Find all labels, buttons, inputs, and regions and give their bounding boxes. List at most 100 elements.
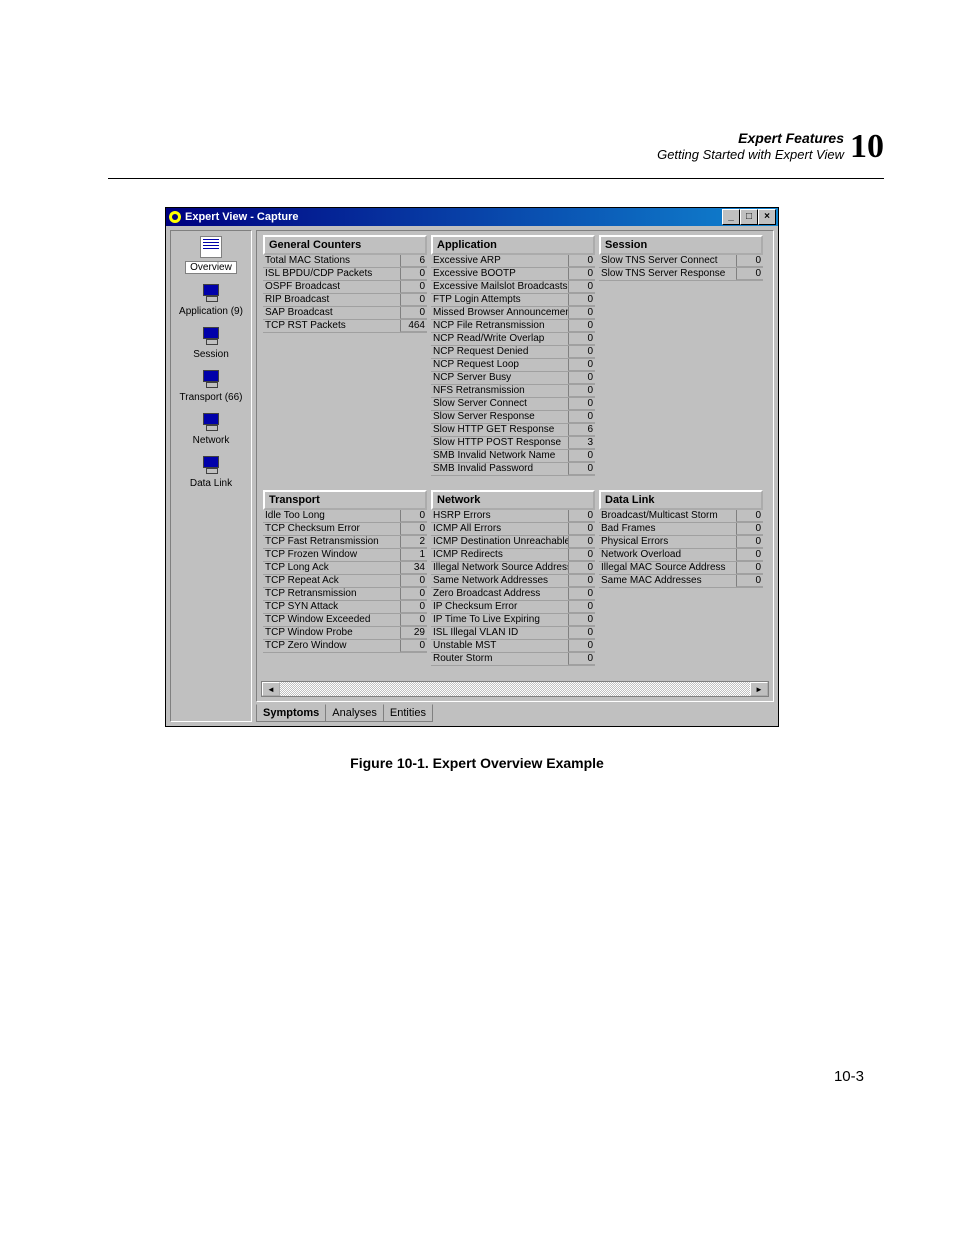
counter-row[interactable]: OSPF Broadcast0 — [263, 281, 427, 294]
scroll-track[interactable] — [280, 682, 750, 696]
counter-row[interactable]: HSRP Errors0 — [431, 510, 595, 523]
datalink-icon — [201, 454, 221, 474]
counter-name: HSRP Errors — [431, 510, 568, 522]
panel-top-2-header: Session — [599, 235, 763, 255]
sidebar-item-application[interactable]: Application (9) — [173, 280, 249, 317]
counter-row[interactable]: TCP Repeat Ack0 — [263, 575, 427, 588]
counter-row[interactable]: Excessive Mailslot Broadcasts0 — [431, 281, 595, 294]
counter-row[interactable]: Slow TNS Server Connect0 — [599, 255, 763, 268]
counter-row[interactable]: Illegal Network Source Address0 — [431, 562, 595, 575]
sidebar-item-datalink[interactable]: Data Link — [173, 452, 249, 489]
counter-row[interactable]: Illegal MAC Source Address0 — [599, 562, 763, 575]
counter-row[interactable]: Total MAC Stations6 — [263, 255, 427, 268]
counter-row[interactable]: NCP Request Denied0 — [431, 346, 595, 359]
tab-symptoms[interactable]: Symptoms — [256, 704, 326, 722]
scroll-left-button[interactable]: ◄ — [262, 682, 280, 696]
counter-row[interactable]: Excessive ARP0 — [431, 255, 595, 268]
maximize-button[interactable]: □ — [740, 209, 758, 225]
counter-row[interactable]: NCP Server Busy0 — [431, 372, 595, 385]
counter-row[interactable]: Slow Server Response0 — [431, 411, 595, 424]
counter-row[interactable]: Slow Server Connect0 — [431, 398, 595, 411]
counter-name: Unstable MST — [431, 640, 568, 652]
counter-row[interactable]: FTP Login Attempts0 — [431, 294, 595, 307]
counter-row[interactable]: TCP Retransmission0 — [263, 588, 427, 601]
window-titlebar[interactable]: Expert View - Capture _ □ × — [166, 208, 778, 226]
counter-row[interactable]: Broadcast/Multicast Storm0 — [599, 510, 763, 523]
transport-icon — [201, 368, 221, 388]
counter-row[interactable]: ISL Illegal VLAN ID0 — [431, 627, 595, 640]
counter-row[interactable]: ICMP Destination Unreachable0 — [431, 536, 595, 549]
counter-row[interactable]: TCP Fast Retransmission2 — [263, 536, 427, 549]
counter-value: 0 — [736, 562, 763, 574]
counter-row[interactable]: Excessive BOOTP0 — [431, 268, 595, 281]
counter-row[interactable]: Physical Errors0 — [599, 536, 763, 549]
counter-row[interactable]: Network Overload0 — [599, 549, 763, 562]
counter-row[interactable]: Bad Frames0 — [599, 523, 763, 536]
counter-row[interactable]: RIP Broadcast0 — [263, 294, 427, 307]
counter-row[interactable]: SAP Broadcast0 — [263, 307, 427, 320]
sidebar: Overview Application (9) Session Transpo… — [170, 230, 252, 722]
counter-name: Excessive Mailslot Broadcasts — [431, 281, 568, 293]
counter-row[interactable]: TCP Long Ack34 — [263, 562, 427, 575]
counter-value: 0 — [568, 411, 595, 423]
minimize-button[interactable]: _ — [722, 209, 740, 225]
counter-row[interactable]: ICMP Redirects0 — [431, 549, 595, 562]
sidebar-item-overview[interactable]: Overview — [173, 235, 249, 274]
counter-name: Total MAC Stations — [263, 255, 400, 267]
app-icon — [169, 211, 181, 223]
counter-row[interactable]: NCP File Retransmission0 — [431, 320, 595, 333]
counter-name: TCP Frozen Window — [263, 549, 400, 561]
counter-row[interactable]: Slow TNS Server Response0 — [599, 268, 763, 281]
counter-row[interactable]: Unstable MST0 — [431, 640, 595, 653]
counter-row[interactable]: ICMP All Errors0 — [431, 523, 595, 536]
counter-row[interactable]: IP Time To Live Expiring0 — [431, 614, 595, 627]
counter-row[interactable]: TCP SYN Attack0 — [263, 601, 427, 614]
panel-top-2-list: Slow TNS Server Connect0Slow TNS Server … — [599, 255, 763, 281]
counter-row[interactable]: TCP Window Probe29 — [263, 627, 427, 640]
counter-row[interactable]: TCP Window Exceeded0 — [263, 614, 427, 627]
counter-row[interactable]: TCP RST Packets464 — [263, 320, 427, 333]
counter-row[interactable]: TCP Zero Window0 — [263, 640, 427, 653]
counter-value: 0 — [568, 333, 595, 345]
panel-bottom-1-header: Network — [431, 490, 595, 510]
counter-value: 0 — [400, 575, 427, 587]
tab-entities[interactable]: Entities — [383, 704, 433, 722]
tab-analyses[interactable]: Analyses — [325, 704, 384, 722]
counter-value: 0 — [400, 281, 427, 293]
counter-row[interactable]: SMB Invalid Network Name0 — [431, 450, 595, 463]
counter-row[interactable]: ISL BPDU/CDP Packets0 — [263, 268, 427, 281]
counter-value: 0 — [568, 320, 595, 332]
counter-value: 0 — [568, 549, 595, 561]
counter-row[interactable]: NFS Retransmission0 — [431, 385, 595, 398]
counter-row[interactable]: Same Network Addresses0 — [431, 575, 595, 588]
scroll-right-button[interactable]: ► — [750, 682, 768, 696]
counter-row[interactable]: SMB Invalid Password0 — [431, 463, 595, 476]
counter-row[interactable]: IP Checksum Error0 — [431, 601, 595, 614]
counter-value: 2 — [400, 536, 427, 548]
counter-row[interactable]: Router Storm0 — [431, 653, 595, 666]
counter-name: Slow TNS Server Connect — [599, 255, 736, 267]
counter-value: 0 — [736, 510, 763, 522]
sidebar-item-session[interactable]: Session — [173, 323, 249, 360]
counter-name: ICMP All Errors — [431, 523, 568, 535]
counter-value: 0 — [568, 627, 595, 639]
counter-row[interactable]: TCP Frozen Window1 — [263, 549, 427, 562]
counter-row[interactable]: Same MAC Addresses0 — [599, 575, 763, 588]
counter-row[interactable]: Slow HTTP POST Response3 — [431, 437, 595, 450]
counter-name: NCP Read/Write Overlap — [431, 333, 568, 345]
counter-row[interactable]: Slow HTTP GET Response6 — [431, 424, 595, 437]
counter-row[interactable]: Idle Too Long0 — [263, 510, 427, 523]
horizontal-scrollbar[interactable]: ◄ ► — [261, 681, 769, 697]
sidebar-item-network[interactable]: Network — [173, 409, 249, 446]
counter-row[interactable]: NCP Request Loop0 — [431, 359, 595, 372]
counter-name: NCP Request Loop — [431, 359, 568, 371]
sidebar-item-transport[interactable]: Transport (66) — [173, 366, 249, 403]
counter-row[interactable]: Missed Browser Announcement0 — [431, 307, 595, 320]
close-button[interactable]: × — [758, 209, 776, 225]
counter-value: 0 — [568, 536, 595, 548]
counter-value: 0 — [400, 640, 427, 652]
counter-row[interactable]: TCP Checksum Error0 — [263, 523, 427, 536]
counter-row[interactable]: NCP Read/Write Overlap0 — [431, 333, 595, 346]
counter-value: 0 — [400, 614, 427, 626]
counter-row[interactable]: Zero Broadcast Address0 — [431, 588, 595, 601]
